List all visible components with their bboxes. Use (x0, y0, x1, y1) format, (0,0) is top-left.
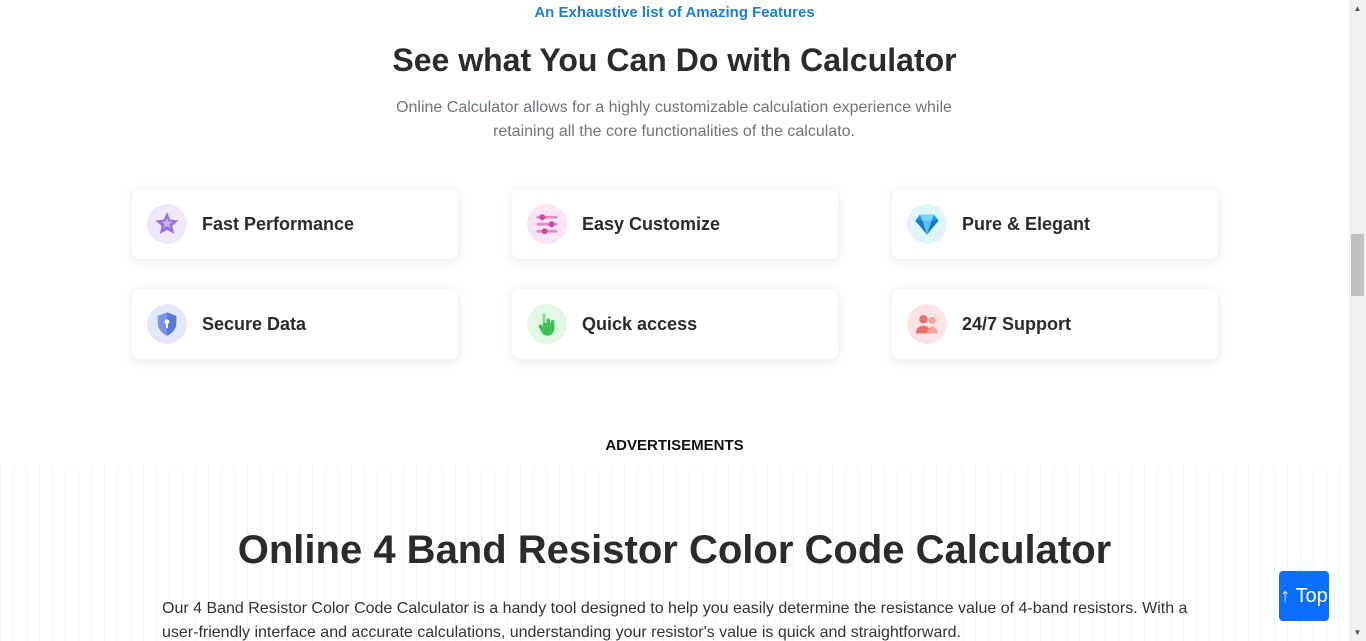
feature-label: Pure & Elegant (962, 213, 1091, 234)
feature-card-secure-data: Secure Data (132, 289, 458, 359)
features-eyebrow: An Exhaustive list of Amazing Features (534, 4, 815, 21)
feature-card-fast-performance: Fast Performance (132, 189, 458, 259)
feature-card-support: 24/7 Support (892, 289, 1218, 359)
feature-label: Easy Customize (582, 213, 721, 234)
feature-label: 24/7 Support (962, 313, 1072, 334)
scroll-up-arrow-icon[interactable]: ▲ (1349, 0, 1366, 17)
shield-icon (147, 304, 187, 344)
feature-card-easy-customize: Easy Customize (512, 189, 838, 259)
scroll-down-arrow-icon[interactable]: ▼ (1349, 624, 1366, 641)
advertisements-label: ADVERTISEMENTS (605, 437, 744, 454)
feature-label: Quick access (582, 313, 698, 334)
features-title: See what You Can Do with Calculator (392, 42, 957, 78)
feature-card-quick-access: Quick access (512, 289, 838, 359)
page: An Exhaustive list of Amazing Features S… (0, 0, 1349, 641)
diamond-icon (907, 204, 947, 244)
feature-card-pure-elegant: Pure & Elegant (892, 189, 1218, 259)
scrollbar-thumb[interactable] (1351, 234, 1364, 296)
features-description: Online Calculator allows for a highly cu… (396, 99, 952, 140)
feature-label: Fast Performance (202, 213, 355, 234)
back-to-top-button[interactable]: ↑ Top (1279, 571, 1329, 621)
vertical-scrollbar[interactable]: ▲ ▼ (1349, 0, 1366, 641)
calculator-title: Online 4 Band Resistor Color Code Calcul… (237, 528, 1112, 572)
support-people-icon (907, 304, 947, 344)
calculator-description: Our 4 Band Resistor Color Code Calculato… (162, 600, 1188, 641)
star-icon (147, 204, 187, 244)
pointer-hand-icon (527, 304, 567, 344)
feature-label: Secure Data (202, 313, 307, 334)
sliders-icon (527, 204, 567, 244)
